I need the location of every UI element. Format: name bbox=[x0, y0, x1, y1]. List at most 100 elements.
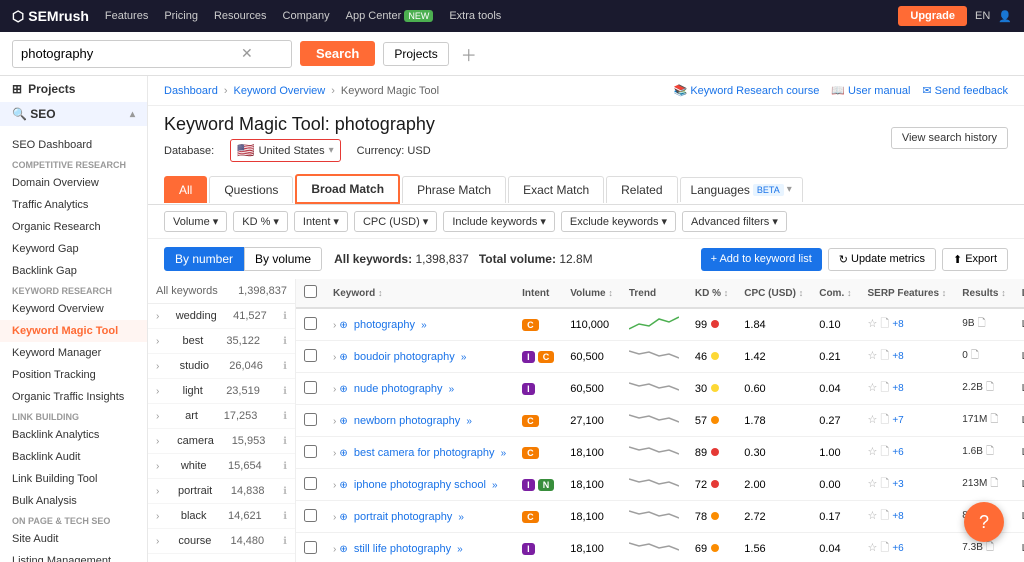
sidebar-item-keyword-gap[interactable]: Keyword Gap bbox=[0, 238, 147, 260]
row-checkbox[interactable] bbox=[304, 317, 317, 330]
row-checkbox[interactable] bbox=[304, 413, 317, 426]
add-to-keyword-list-button[interactable]: + Add to keyword list bbox=[701, 248, 822, 271]
include-keywords-filter[interactable]: Include keywords ▾ bbox=[443, 211, 555, 232]
nav-pricing[interactable]: Pricing bbox=[164, 10, 198, 22]
update-metrics-button[interactable]: ↻ Update metrics bbox=[828, 248, 936, 271]
cpc-filter[interactable]: CPC (USD) ▾ bbox=[354, 211, 437, 232]
sidebar-item-keyword-manager[interactable]: Keyword Manager bbox=[0, 342, 147, 364]
search-button[interactable]: Search bbox=[300, 41, 375, 66]
by-number-button[interactable]: By number bbox=[164, 247, 244, 271]
sidebar-item-traffic-analytics[interactable]: Traffic Analytics bbox=[0, 194, 147, 216]
language-selector[interactable]: EN bbox=[975, 10, 990, 22]
th-serp[interactable]: SERP Features ↕ bbox=[860, 279, 955, 308]
nav-features[interactable]: Features bbox=[105, 10, 148, 22]
list-item[interactable]: › camera 15,953 ℹ bbox=[148, 429, 295, 454]
th-com[interactable]: Com. ↕ bbox=[811, 279, 859, 308]
list-item[interactable]: › light 23,519 ℹ bbox=[148, 379, 295, 404]
send-feedback-link[interactable]: ✉ Send feedback bbox=[922, 84, 1008, 97]
row-checkbox[interactable] bbox=[304, 509, 317, 522]
keyword-link[interactable]: portrait photography bbox=[354, 511, 452, 523]
tab-languages[interactable]: Languages BETA ▾ bbox=[680, 177, 803, 202]
sidebar-item-backlink-analytics[interactable]: Backlink Analytics bbox=[0, 424, 147, 446]
breadcrumb-keyword-overview[interactable]: Keyword Overview bbox=[234, 85, 326, 97]
sidebar-item-seo[interactable]: 🔍 SEO ▴ bbox=[0, 102, 147, 126]
export-button[interactable]: ⬆ Export bbox=[942, 248, 1008, 271]
row-checkbox[interactable] bbox=[304, 445, 317, 458]
keyword-link[interactable]: still life photography bbox=[354, 543, 451, 555]
list-item[interactable]: › art 17,253 ℹ bbox=[148, 404, 295, 429]
by-volume-button[interactable]: By volume bbox=[244, 247, 322, 271]
th-keyword[interactable]: Keyword ↕ bbox=[325, 279, 514, 308]
volume-filter[interactable]: Volume ▾ bbox=[164, 211, 227, 232]
projects-button[interactable]: Projects bbox=[383, 42, 448, 66]
row-checkbox[interactable] bbox=[304, 477, 317, 490]
keyword-link[interactable]: iphone photography school bbox=[354, 479, 486, 491]
expand-row-icon[interactable]: › bbox=[333, 544, 336, 555]
sidebar-item-projects[interactable]: ⊞Projects bbox=[0, 76, 147, 102]
select-all-checkbox[interactable] bbox=[304, 285, 317, 298]
sidebar-item-keyword-magic-tool[interactable]: Keyword Magic Tool bbox=[0, 320, 147, 342]
tab-related[interactable]: Related bbox=[606, 176, 677, 203]
kd-filter[interactable]: KD % ▾ bbox=[233, 211, 288, 232]
keyword-link[interactable]: best camera for photography bbox=[354, 447, 495, 459]
user-manual-link[interactable]: 📖 User manual bbox=[831, 84, 910, 97]
th-cpc[interactable]: CPC (USD) ↕ bbox=[736, 279, 811, 308]
list-item[interactable]: › course 14,480 ℹ bbox=[148, 529, 295, 554]
expand-row-icon[interactable]: › bbox=[333, 352, 336, 363]
upgrade-button[interactable]: Upgrade bbox=[898, 6, 967, 26]
expand-row-icon[interactable]: › bbox=[333, 480, 336, 491]
advanced-filters[interactable]: Advanced filters ▾ bbox=[682, 211, 787, 232]
row-checkbox[interactable] bbox=[304, 541, 317, 554]
view-history-button[interactable]: View search history bbox=[891, 127, 1008, 149]
list-item[interactable]: › black 14,621 ℹ bbox=[148, 504, 295, 529]
sidebar-item-domain-overview[interactable]: Domain Overview bbox=[0, 172, 147, 194]
tab-all[interactable]: All bbox=[164, 176, 207, 203]
tab-phrase-match[interactable]: Phrase Match bbox=[402, 176, 506, 203]
th-intent[interactable]: Intent bbox=[514, 279, 562, 308]
search-input[interactable] bbox=[21, 46, 241, 61]
tab-questions[interactable]: Questions bbox=[209, 176, 293, 203]
sidebar-item-position-tracking[interactable]: Position Tracking bbox=[0, 364, 147, 386]
sidebar-item-seo-dashboard[interactable]: SEO Dashboard bbox=[0, 134, 147, 156]
intent-filter[interactable]: Intent ▾ bbox=[294, 211, 348, 232]
list-item[interactable]: › best 35,122 ℹ bbox=[148, 329, 295, 354]
exclude-keywords-filter[interactable]: Exclude keywords ▾ bbox=[561, 211, 676, 232]
list-item[interactable]: › studio 26,046 ℹ bbox=[148, 354, 295, 379]
show-more-button[interactable]: Show more bbox=[148, 554, 295, 562]
user-menu[interactable]: 👤 bbox=[998, 10, 1012, 23]
sidebar-item-backlink-audit[interactable]: Backlink Audit bbox=[0, 446, 147, 468]
tab-broad-match[interactable]: Broad Match bbox=[295, 174, 400, 204]
breadcrumb-dashboard[interactable]: Dashboard bbox=[164, 85, 218, 97]
nav-extra-tools[interactable]: Extra tools bbox=[449, 10, 501, 22]
list-item[interactable]: › portrait 14,838 ℹ bbox=[148, 479, 295, 504]
sidebar-item-link-building-tool[interactable]: Link Building Tool bbox=[0, 468, 147, 490]
database-selector[interactable]: 🇺🇸 United States ▾ bbox=[230, 139, 341, 162]
th-results[interactable]: Results ↕ bbox=[954, 279, 1013, 308]
expand-row-icon[interactable]: › bbox=[333, 512, 336, 523]
clear-search-icon[interactable]: ✕ bbox=[241, 45, 253, 62]
th-volume[interactable]: Volume ↕ bbox=[562, 279, 621, 308]
add-tab-icon[interactable]: ＋ bbox=[461, 42, 477, 66]
sidebar-item-keyword-overview[interactable]: Keyword Overview bbox=[0, 298, 147, 320]
sidebar-item-backlink-gap[interactable]: Backlink Gap bbox=[0, 260, 147, 282]
help-fab[interactable]: ? bbox=[964, 502, 1004, 542]
keyword-link[interactable]: boudoir photography bbox=[354, 351, 455, 363]
th-trend[interactable]: Trend bbox=[621, 279, 687, 308]
sidebar-item-site-audit[interactable]: Site Audit bbox=[0, 528, 147, 550]
nav-app-center[interactable]: App Center NEW bbox=[346, 10, 434, 22]
expand-row-icon[interactable]: › bbox=[333, 448, 336, 459]
keyword-link[interactable]: newborn photography bbox=[354, 415, 460, 427]
nav-company[interactable]: Company bbox=[283, 10, 330, 22]
expand-row-icon[interactable]: › bbox=[333, 320, 336, 331]
keyword-link[interactable]: photography bbox=[354, 319, 415, 331]
logo[interactable]: ⬡SEMrush bbox=[12, 8, 89, 25]
expand-row-icon[interactable]: › bbox=[333, 384, 336, 395]
th-kd[interactable]: KD % ↕ bbox=[687, 279, 736, 308]
nav-resources[interactable]: Resources bbox=[214, 10, 267, 22]
sidebar-item-organic-research[interactable]: Organic Research bbox=[0, 216, 147, 238]
sidebar-item-listing-mgmt[interactable]: Listing Management bbox=[0, 550, 147, 562]
tab-exact-match[interactable]: Exact Match bbox=[508, 176, 604, 203]
keyword-link[interactable]: nude photography bbox=[354, 383, 443, 395]
row-checkbox[interactable] bbox=[304, 381, 317, 394]
row-checkbox[interactable] bbox=[304, 349, 317, 362]
